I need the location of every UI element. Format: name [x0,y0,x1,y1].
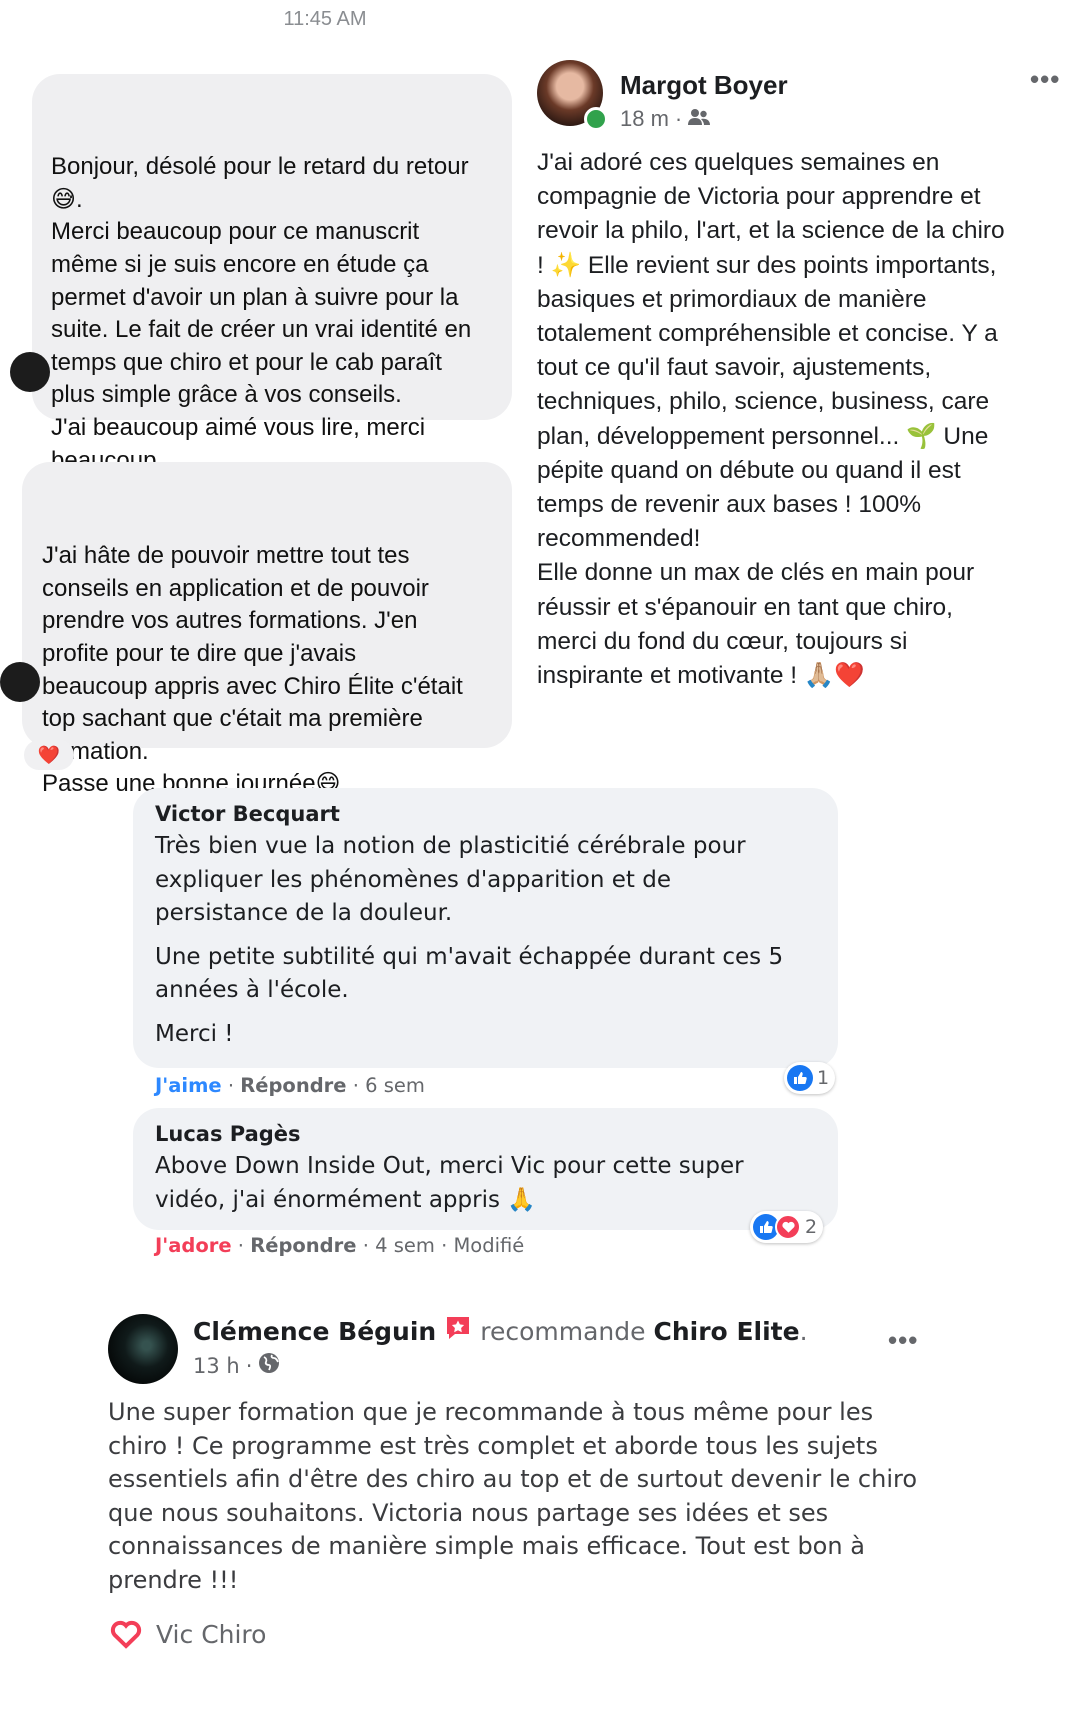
sender-avatar[interactable] [0,662,40,702]
header-period: . [799,1316,808,1346]
post-text: J'ai adoré ces quelques semaines en comp… [537,149,1005,690]
comment-actions: J'aime · Répondre · 6 sem [155,1074,425,1097]
reaction-count-badge[interactable]: 1 [784,1062,836,1094]
avatar[interactable] [108,1314,178,1384]
reaction-count-badge[interactable]: 2 [750,1211,824,1243]
message-bubble[interactable]: J'ai hâte de pouvoir mettre tout tes con… [0,462,512,797]
reaction-count: 1 [817,1067,830,1089]
comment-time[interactable]: 6 sem [365,1074,425,1097]
meta-separator: · [674,106,683,131]
message-reaction[interactable]: ❤️ [24,740,74,770]
meta-separator: · [245,1353,253,1378]
post-time[interactable]: 13 h [193,1354,240,1378]
post-meta: 13 h · [193,1352,280,1379]
comment-author[interactable]: Victor Becquart [155,802,818,826]
comment-bubble[interactable]: Lucas Pagès Above Down Inside Out, merci… [133,1108,838,1230]
comment-paragraph: Above Down Inside Out, merci Vic pour ce… [155,1153,744,1213]
like-icon [787,1065,813,1091]
reaction-count: 2 [805,1216,818,1238]
message-timestamp: 11:45 AM [283,8,367,30]
reply-button[interactable]: Répondre [250,1234,356,1257]
comment-bubble[interactable]: Victor Becquart Très bien vue la notion … [133,788,838,1068]
recommend-icon [444,1314,472,1348]
heart-icon [110,1620,142,1649]
post-time[interactable]: 18 m [620,106,669,132]
reaction-row[interactable]: Vic Chiro [110,1618,266,1650]
comment-actions: J'adore · Répondre · 4 sem · Modifié [155,1234,525,1257]
globe-public-icon[interactable] [258,1352,280,1379]
comment-author[interactable]: Lucas Pagès [155,1122,818,1146]
online-status-icon [584,107,608,131]
comment-paragraph: Une petite subtilité qui m'avait échappé… [155,943,784,1004]
love-button[interactable]: J'adore [155,1234,232,1257]
edited-label: Modifié [453,1234,525,1257]
reactor-name: Vic Chiro [156,1619,267,1649]
friends-audience-icon[interactable] [688,106,711,132]
comment-time[interactable]: 4 sem [375,1234,435,1257]
message-text: Bonjour, désolé pour le retard du retour… [51,153,472,474]
sender-avatar[interactable] [10,352,50,392]
more-options-icon[interactable]: ••• [888,1325,918,1356]
comment-paragraph: Merci ! [155,1020,234,1047]
love-icon [775,1214,801,1240]
message-text: J'ai hâte de pouvoir mettre tout tes con… [42,542,463,798]
reply-button[interactable]: Répondre [240,1074,346,1097]
message-bubble[interactable]: Bonjour, désolé pour le retard du retour… [10,74,512,474]
more-options-icon[interactable]: ••• [1030,64,1060,95]
recommends-text: recommande [480,1316,646,1346]
post-header: Clémence Béguin recommande Chiro Elite. [193,1314,808,1348]
post-text: Une super formation que je recommande à … [108,1398,918,1594]
page-name-link[interactable]: Chiro Elite [654,1317,800,1346]
post-author[interactable]: Margot Boyer [620,70,788,101]
like-button[interactable]: J'aime [155,1074,222,1097]
comment-paragraph: Très bien vue la notion de plasticitié c… [155,833,746,926]
post-meta: 18 m · [620,106,711,132]
heart-reaction-icon: ❤️ [37,744,61,765]
post-author[interactable]: Clémence Béguin [193,1317,436,1346]
